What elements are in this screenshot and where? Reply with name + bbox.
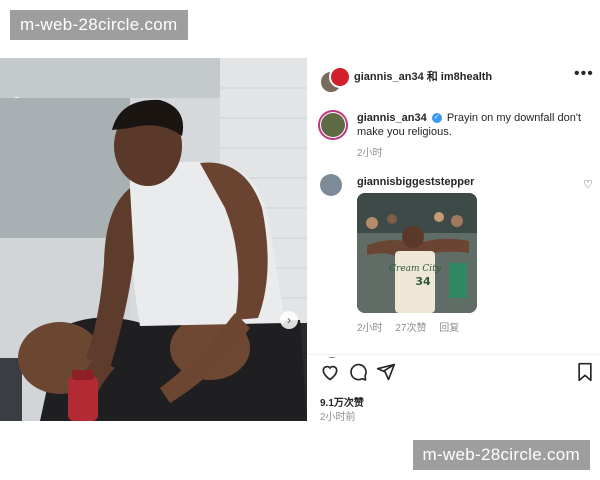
reply-button[interactable]: 回复 xyxy=(439,323,459,334)
collab-avatars[interactable] xyxy=(319,66,351,94)
comment-meta: 2小时 27次赞 回复 xyxy=(357,319,469,334)
comment-photo-illustration: Cream City 34 xyxy=(357,193,477,313)
comment-like-count[interactable]: 27次赞 xyxy=(395,323,426,334)
post-caption: giannis_an34 ✓ Prayin on my downfall don… xyxy=(357,111,582,139)
next-slide-button[interactable]: › xyxy=(280,311,298,329)
post-author-names[interactable]: giannis_an34 和 im8health xyxy=(354,68,492,84)
athlete-photo-illustration xyxy=(0,58,307,421)
comment-avatar[interactable] xyxy=(320,174,342,196)
comment-icon[interactable] xyxy=(348,362,368,382)
share-icon[interactable] xyxy=(376,362,396,382)
post-detail-panel: giannis_an34 和 im8health ••• giannis_an3… xyxy=(307,58,600,423)
comment-username[interactable]: giannisbiggeststepper xyxy=(357,176,474,188)
bookmark-icon[interactable] xyxy=(576,362,594,382)
heart-icon[interactable]: ♡ xyxy=(583,178,593,191)
more-icon[interactable]: ••• xyxy=(574,65,594,83)
post-photo[interactable]: › xyxy=(0,58,307,421)
caption-username[interactable]: giannis_an34 xyxy=(357,112,427,124)
comment-image[interactable]: Cream City 34 xyxy=(357,193,477,313)
watermark-bottom: m-web-28circle.com xyxy=(412,440,590,470)
action-bar xyxy=(320,362,592,382)
heart-icon[interactable] xyxy=(320,362,340,382)
caption-timestamp: 2小时 xyxy=(357,148,383,159)
caption-avatar[interactable] xyxy=(318,110,348,140)
avatar xyxy=(329,66,351,88)
post-like-count[interactable]: 9.1万次赞 xyxy=(320,394,364,409)
post-timestamp: 2小时前 xyxy=(320,412,356,423)
jersey-number: 34 xyxy=(415,275,431,288)
watermark-top: m-web-28circle.com xyxy=(10,10,188,40)
jersey-text: Cream City xyxy=(389,264,442,274)
divider xyxy=(307,354,600,355)
chevron-right-icon: › xyxy=(287,313,291,327)
comment-timestamp: 2小时 xyxy=(357,323,383,334)
verified-badge-icon: ✓ xyxy=(431,113,442,124)
